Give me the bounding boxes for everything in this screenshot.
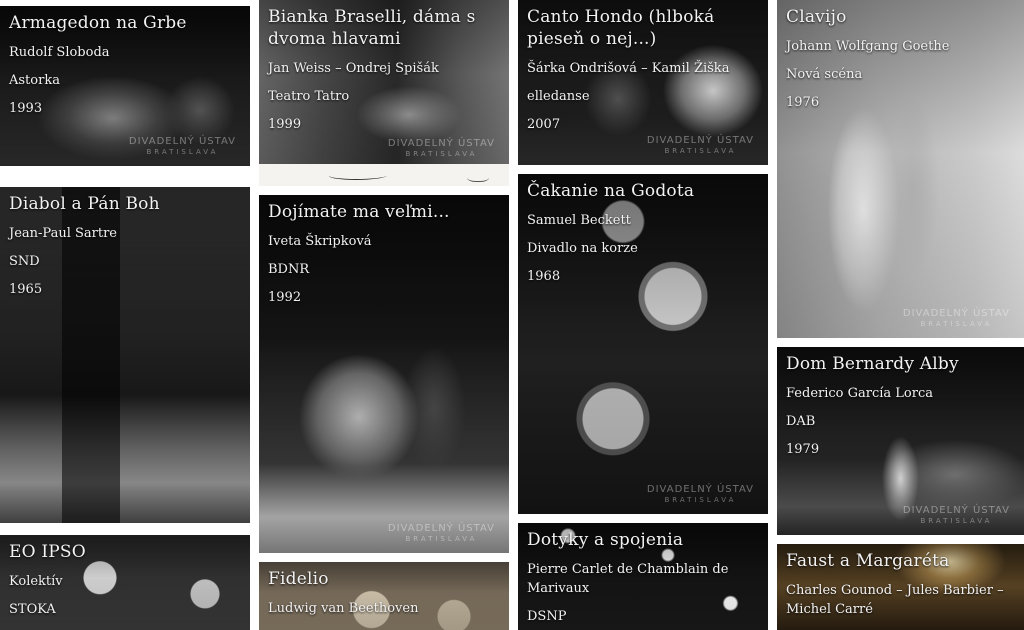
production-theatre: Astorka: [9, 73, 60, 88]
watermark-logo: DIVADELNÝ ÚSTAV BRATISLAVA: [902, 505, 1010, 525]
production-theatre: DSNP: [527, 609, 567, 624]
production-info: Čakanie na Godota Samuel Beckett Divadlo…: [527, 180, 760, 295]
production-title: Faust a Margaréta: [786, 551, 950, 571]
production-year: 1999: [268, 117, 302, 132]
production-info: Diabol a Pán Boh Jean-Paul Sartre SND 19…: [9, 193, 242, 308]
production-theatre: elledanse: [527, 89, 590, 104]
production-card-cakanie-na-godota[interactable]: Čakanie na Godota Samuel Beckett Divadlo…: [518, 174, 768, 514]
production-title: Clavijo: [786, 7, 847, 27]
production-author: Johann Wolfgang Goethe: [786, 39, 950, 54]
production-title: Dotyky a spojenia: [527, 530, 684, 550]
production-title: EO IPSO: [9, 542, 86, 562]
production-info: Canto Hondo (hlboká pieseň o nej...) Šár…: [527, 6, 760, 143]
production-card-eo-ipso[interactable]: EO IPSO Kolektív STOKA: [0, 535, 250, 630]
production-info: Dotyky a spojenia Pierre Carlet de Chamb…: [527, 529, 760, 630]
production-card-dojimate-ma-velmi[interactable]: Dojímate ma veľmi... Iveta Škripková BDN…: [259, 195, 509, 553]
production-author: Šárka Ondrišová – Kamil Žiška: [527, 61, 730, 76]
production-author: Jean-Paul Sartre: [9, 226, 117, 241]
production-info: Dojímate ma veľmi... Iveta Škripková BDN…: [268, 201, 501, 316]
production-author: Samuel Beckett: [527, 213, 631, 228]
production-card-clavijo[interactable]: Clavijo Johann Wolfgang Goethe Nová scén…: [777, 0, 1024, 338]
production-title: Dom Bernardy Alby: [786, 354, 959, 374]
production-theatre: Teatro Tatro: [268, 89, 350, 104]
production-theatre: DAB: [786, 414, 816, 429]
production-author: Federico García Lorca: [786, 386, 934, 401]
production-theatre: SND: [9, 254, 40, 269]
production-year: 1965: [9, 282, 43, 297]
production-theatre: STOKA: [9, 602, 56, 617]
production-year: 2007: [527, 117, 561, 132]
production-card-dom-bernardy-alby[interactable]: Dom Bernardy Alby Federico García Lorca …: [777, 347, 1024, 535]
watermark-logo: DIVADELNÝ ÚSTAV BRATISLAVA: [128, 136, 236, 156]
watermark-logo: DIVADELNÝ ÚSTAV BRATISLAVA: [387, 523, 495, 543]
production-card-bianka-braselli[interactable]: Bianka Braselli, dáma s dvoma hlavami Ja…: [259, 0, 509, 186]
production-year: 1979: [786, 442, 820, 457]
production-title: Čakanie na Godota: [527, 181, 695, 201]
production-year: 1968: [527, 269, 561, 284]
production-info: Dom Bernardy Alby Federico García Lorca …: [786, 353, 1016, 468]
production-info: Clavijo Johann Wolfgang Goethe Nová scén…: [786, 6, 1016, 121]
production-card-armagedon-na-grbe[interactable]: Armagedon na Grbe Rudolf Sloboda Astorka…: [0, 6, 250, 166]
production-title: Fidelio: [268, 569, 329, 589]
production-title: Diabol a Pán Boh: [9, 194, 160, 214]
production-title: Canto Hondo (hlboká pieseň o nej...): [527, 7, 715, 49]
watermark-logo: DIVADELNÝ ÚSTAV BRATISLAVA: [646, 135, 754, 155]
production-author: Charles Gounod – Jules Barbier – Michel …: [786, 583, 1004, 617]
production-title: Bianka Braselli, dáma s dvoma hlavami: [268, 7, 476, 49]
production-card-dotyky-a-spojenia[interactable]: Dotyky a spojenia Pierre Carlet de Chamb…: [518, 523, 768, 630]
watermark-logo: DIVADELNÝ ÚSTAV BRATISLAVA: [902, 308, 1010, 328]
production-info: Armagedon na Grbe Rudolf Sloboda Astorka…: [9, 12, 242, 127]
production-card-faust-a-margareta[interactable]: Faust a Margaréta Charles Gounod – Jules…: [777, 544, 1024, 630]
production-author: Rudolf Sloboda: [9, 45, 110, 60]
production-theatre: Divadlo na korze: [527, 241, 638, 256]
production-theatre: BDNR: [268, 262, 310, 277]
signature-mark: [326, 171, 390, 180]
production-card-diabol-a-pan-boh[interactable]: Diabol a Pán Boh Jean-Paul Sartre SND 19…: [0, 187, 250, 523]
production-year: 1992: [268, 290, 302, 305]
signature-mark-small: [467, 171, 489, 182]
production-theatre: Nová scéna: [786, 67, 863, 82]
production-info: Fidelio Ludwig van Beethoven: [268, 568, 501, 627]
production-author: Ludwig van Beethoven: [268, 601, 419, 616]
production-info: Bianka Braselli, dáma s dvoma hlavami Ja…: [268, 6, 501, 143]
production-title: Armagedon na Grbe: [9, 13, 187, 33]
production-title: Dojímate ma veľmi...: [268, 202, 450, 222]
watermark-logo: DIVADELNÝ ÚSTAV BRATISLAVA: [646, 484, 754, 504]
production-author: Kolektív: [9, 574, 63, 589]
production-year: 1993: [9, 101, 43, 116]
production-info: Faust a Margaréta Charles Gounod – Jules…: [786, 550, 1016, 628]
production-year: 1976: [786, 95, 820, 110]
signature-strip: [259, 164, 509, 186]
production-author: Pierre Carlet de Chamblain de Marivaux: [527, 562, 729, 596]
production-author: Jan Weiss – Ondrej Spišák: [268, 61, 439, 76]
production-card-canto-hondo[interactable]: Canto Hondo (hlboká pieseň o nej...) Šár…: [518, 0, 768, 165]
production-author: Iveta Škripková: [268, 234, 372, 249]
production-info: EO IPSO Kolektív STOKA: [9, 541, 242, 628]
watermark-logo: DIVADELNÝ ÚSTAV BRATISLAVA: [387, 138, 495, 158]
production-card-fidelio[interactable]: Fidelio Ludwig van Beethoven: [259, 562, 509, 630]
